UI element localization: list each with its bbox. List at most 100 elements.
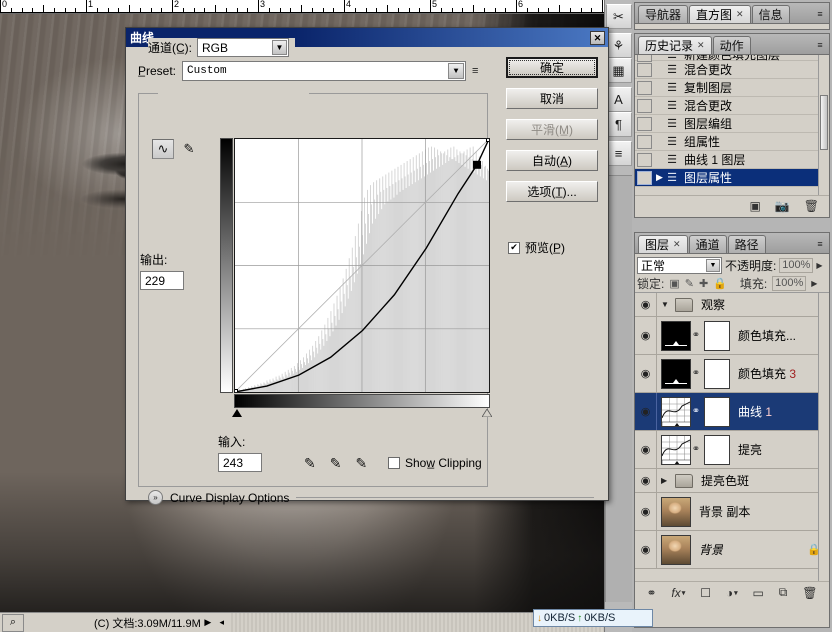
history-snapshot-checkbox[interactable] xyxy=(637,152,652,167)
layer-mask-thumbnail[interactable] xyxy=(704,396,730,427)
panel-menu-icon[interactable]: ≡ xyxy=(813,38,827,52)
new-document-from-state-icon[interactable]: ▣ xyxy=(749,199,760,213)
mask-link-icon[interactable]: ⚭ xyxy=(691,330,701,341)
gray-point-eyedropper-icon[interactable]: ✎ xyxy=(330,455,342,472)
options-button[interactable]: 选项(T̲)... xyxy=(506,181,598,202)
layer-thumbnail[interactable] xyxy=(661,320,691,351)
auto-button[interactable]: 自动(A̲) xyxy=(506,150,598,171)
close-icon[interactable]: ✕ xyxy=(673,239,681,250)
notes-tool-icon[interactable]: ≡ xyxy=(605,141,632,166)
layer-row[interactable]: ◉ ⚭ 曲线 1 xyxy=(635,393,829,431)
history-snapshot-checkbox[interactable] xyxy=(637,116,652,131)
adjustment-layer-icon[interactable]: ◑ ▾ xyxy=(726,586,738,600)
lock-transparent-pixels-icon[interactable]: ▣ xyxy=(669,277,679,290)
curve-control-point[interactable] xyxy=(232,389,238,395)
add-mask-icon[interactable]: ☐ xyxy=(700,586,711,600)
history-snapshot-checkbox[interactable] xyxy=(637,80,652,95)
eye-visibility-icon[interactable]: ◉ xyxy=(635,355,657,392)
history-snapshot-checkbox[interactable] xyxy=(637,134,652,149)
eye-visibility-icon[interactable]: ◉ xyxy=(635,317,657,354)
curve-control-point[interactable] xyxy=(473,160,481,169)
curve-layer-thumbnail[interactable] xyxy=(661,396,691,427)
output-input[interactable]: 229 xyxy=(140,271,184,290)
gradient-tool-icon[interactable]: ▦ xyxy=(605,58,632,83)
status-scroll-left-arrow[interactable]: ◂ xyxy=(215,615,229,631)
history-item[interactable]: ☰ 曲线 1 图层 xyxy=(635,151,829,169)
show-clipping-row[interactable]: Show̲ Clipping xyxy=(388,456,482,470)
layer-row[interactable]: ◉ ⚭ 提亮 xyxy=(635,431,829,469)
layer-thumbnail[interactable] xyxy=(661,358,691,389)
opacity-stepper-icon[interactable]: ▶ xyxy=(816,261,822,270)
stamp-tool-icon[interactable]: ⚘ xyxy=(605,33,632,58)
chevron-down-icon[interactable]: ▼ xyxy=(706,258,720,272)
delete-layer-icon[interactable]: 🗑 xyxy=(802,586,817,600)
chevron-down-icon[interactable]: ▼ xyxy=(272,40,287,55)
eye-visibility-icon[interactable]: ◉ xyxy=(635,431,657,468)
mask-link-icon[interactable]: ⚭ xyxy=(691,406,701,417)
tab-paths[interactable]: 路径 xyxy=(727,235,766,253)
black-point-eyedropper-icon[interactable]: ✎ xyxy=(304,455,316,472)
curve-graph[interactable] xyxy=(232,136,492,395)
history-item[interactable]: ☰ 图层编组 xyxy=(635,115,829,133)
preview-checkbox[interactable]: ✔ xyxy=(508,241,520,254)
ok-button[interactable]: 确定 xyxy=(506,57,598,78)
layers-scrollbar[interactable] xyxy=(818,293,829,581)
fill-value[interactable]: 100% xyxy=(772,275,807,291)
layer-mask-thumbnail[interactable] xyxy=(704,434,730,465)
eye-visibility-icon[interactable]: ◉ xyxy=(635,531,657,568)
eye-visibility-icon[interactable]: ◉ xyxy=(635,469,657,492)
preset-select[interactable]: Custom ▼ xyxy=(182,61,467,81)
layer-mask-thumbnail[interactable] xyxy=(704,320,730,351)
tab-navigator[interactable]: 导航器 xyxy=(638,5,689,23)
move-tool-icon[interactable]: ✂ xyxy=(605,4,632,29)
paragraph-tool-icon[interactable]: ¶ xyxy=(605,112,632,137)
layer-thumbnail[interactable] xyxy=(661,496,691,527)
tab-histogram[interactable]: 直方图 ✕ xyxy=(689,5,751,23)
panel-menu-icon[interactable]: ≡ xyxy=(813,7,827,21)
new-snapshot-icon[interactable]: 📷 xyxy=(775,199,790,213)
curve-point-tool-icon[interactable]: ∿ xyxy=(152,139,174,159)
layer-row[interactable]: ◉ 背景 🔒 xyxy=(635,531,829,569)
chevron-down-icon[interactable]: ▼ xyxy=(661,300,671,309)
new-group-icon[interactable]: ▭ xyxy=(753,586,764,600)
preview-row[interactable]: ✔ 预览(P̲) xyxy=(508,239,565,256)
history-item[interactable]: ☰ 组属性 xyxy=(635,133,829,151)
eye-visibility-icon[interactable]: ◉ xyxy=(635,393,657,430)
history-list[interactable]: ☰ 新建颜色填充图层 ☰ 混合更改 ☰ 复制图层 ☰ 混合更改 ☰ 图层编组 ☰ 组属性 ☰ 曲线 1 图… xyxy=(635,55,829,195)
tab-info[interactable]: 信息 xyxy=(751,5,790,23)
history-snapshot-checkbox[interactable] xyxy=(637,55,652,62)
layer-list[interactable]: ◉ ▼ 观察 ◉ ⚭ 颜色填充... ◉ ⚭ 颜色填充 3 ◉ ⚭ 曲线 1 ◉ ⚭ 提亮 ◉ ▶ 提亮色斑 ◉ 背景… xyxy=(635,293,829,581)
curve-layer-thumbnail[interactable] xyxy=(661,434,691,465)
chevron-down-icon[interactable]: ▼ xyxy=(448,63,465,79)
history-item[interactable]: ☰ 复制图层 xyxy=(635,79,829,97)
show-clipping-checkbox[interactable] xyxy=(388,457,400,469)
history-snapshot-checkbox[interactable] xyxy=(637,62,652,77)
layer-thumbnail[interactable] xyxy=(661,534,691,565)
close-icon[interactable]: ✕ xyxy=(736,9,744,20)
layer-row[interactable]: ◉ 背景 副本 xyxy=(635,493,829,531)
input-input[interactable]: 243 xyxy=(218,453,262,472)
chevron-down-icon[interactable]: » xyxy=(148,490,163,505)
type-tool-icon[interactable]: A xyxy=(605,87,632,112)
chevron-right-icon[interactable]: ▶ xyxy=(661,476,671,485)
pencil-tool-icon[interactable]: ✎ xyxy=(178,139,200,159)
blend-mode-select[interactable]: 正常 ▼ xyxy=(637,256,722,274)
layer-row[interactable]: ◉ ▼ 观察 xyxy=(635,293,829,317)
white-point-slider[interactable] xyxy=(482,409,492,417)
lock-position-icon[interactable]: ✚ xyxy=(699,277,708,290)
opacity-value[interactable]: 100% xyxy=(779,257,814,273)
lock-image-pixels-icon[interactable]: ✎ xyxy=(685,277,694,290)
curve-graph-svg[interactable] xyxy=(232,136,492,395)
tab-actions[interactable]: 动作 xyxy=(712,36,751,54)
cancel-button[interactable]: 取消 xyxy=(506,88,598,109)
status-expand-arrow[interactable]: ▶ xyxy=(201,615,215,631)
curve-display-options-row[interactable]: » Curve Display Options xyxy=(148,490,594,505)
delete-state-icon[interactable]: 🗑 xyxy=(804,199,819,213)
channel-select[interactable]: RGB ▼ xyxy=(197,38,289,57)
layer-row[interactable]: ◉ ⚭ 颜色填充... xyxy=(635,317,829,355)
preset-menu-icon[interactable]: ≡ xyxy=(472,65,478,77)
history-snapshot-checkbox[interactable] xyxy=(637,98,652,113)
new-layer-icon[interactable]: ⧉ xyxy=(779,585,788,600)
curve-control-point[interactable] xyxy=(486,136,492,142)
eye-visibility-icon[interactable]: ◉ xyxy=(635,493,657,530)
